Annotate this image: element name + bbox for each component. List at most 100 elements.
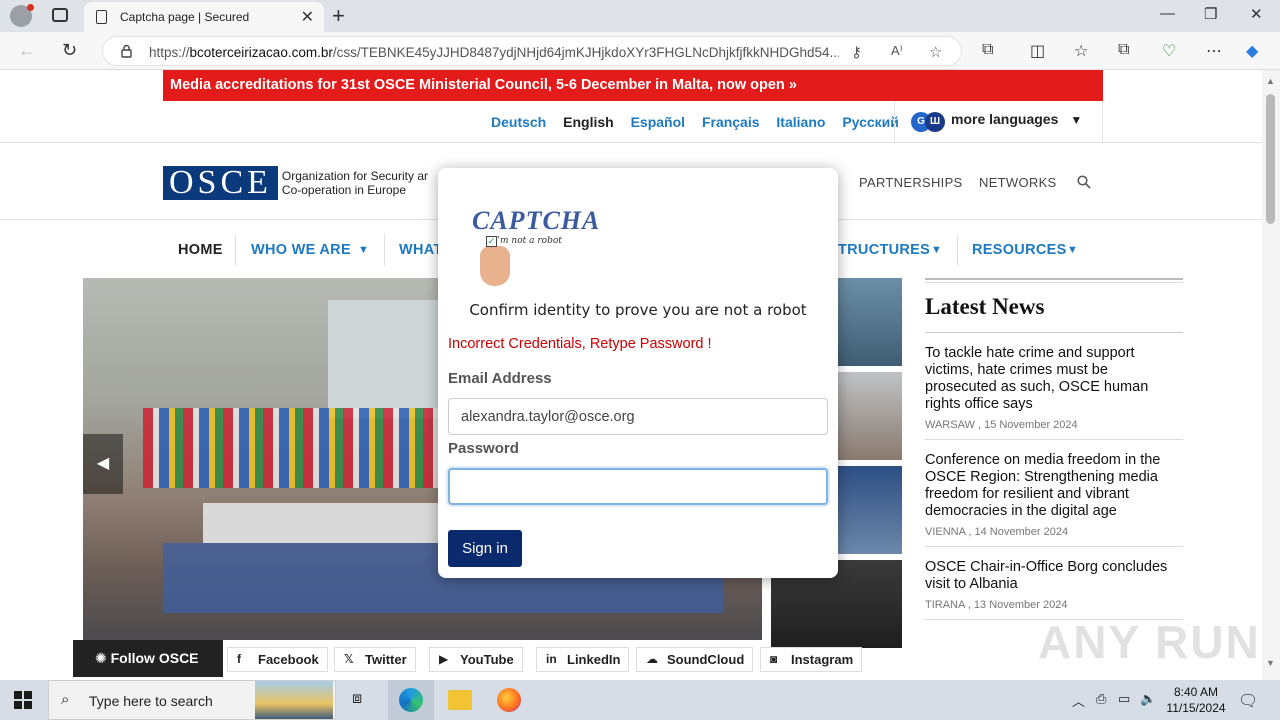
social-bar: ✺ Follow OSCE f Facebook 𝕏 Twitter ▶ YouTub… (73, 640, 1073, 678)
linkedin-icon: in (546, 652, 557, 666)
new-tab-icon[interactable]: + (332, 3, 345, 29)
favorites-icon[interactable]: ☆ (1074, 41, 1088, 61)
key-icon[interactable]: ⚷ (851, 43, 862, 61)
clock-date: 11/15/2024 (1166, 701, 1226, 715)
scrollbar-thumb[interactable] (1266, 94, 1275, 224)
split-screen-icon[interactable]: ◫ (1030, 41, 1045, 61)
extensions-icon[interactable]: ⧉ (982, 41, 993, 59)
page-icon (96, 10, 107, 24)
osce-logo[interactable]: OSCE Organization for Security ar Co-opera… (163, 166, 428, 200)
lock-icon[interactable] (121, 44, 132, 58)
divider (894, 101, 895, 143)
scroll-up-icon[interactable]: ▲ (1266, 76, 1275, 86)
reload-icon[interactable]: ↻ (62, 40, 77, 61)
chevron-down-icon[interactable]: ▼ (358, 244, 369, 256)
volume-icon[interactable]: 🔈 (1140, 691, 1156, 707)
nav-what-we-do[interactable]: WHAT (399, 242, 443, 258)
instagram-label: Instagram (791, 652, 854, 667)
lang-espanol[interactable]: Español (631, 114, 685, 130)
task-view-icon[interactable]: ⧈ (352, 690, 362, 708)
nav-resources[interactable]: RESOURCES (972, 242, 1067, 258)
browser-essentials-icon[interactable]: ♡ (1162, 41, 1176, 61)
news-headline[interactable]: OSCE Chair-in-Office Borg concludes visi… (925, 559, 1183, 593)
news-item[interactable]: OSCE Chair-in-Office Borg concludes visi… (925, 547, 1183, 620)
password-field[interactable] (448, 468, 828, 505)
news-meta: VIENNA , 14 November 2024 (925, 526, 1069, 538)
language-bar: Deutsch English Español Français Italian… (0, 101, 1262, 143)
nav-structures[interactable]: TRUCTURES (838, 242, 930, 258)
restore-icon[interactable]: ❐ (1204, 5, 1217, 23)
show-hidden-icons-chevron-up-icon[interactable]: ︿ (1072, 691, 1085, 710)
captcha-word: CAPTCHA (472, 206, 601, 235)
divider (235, 234, 236, 266)
lang-francais[interactable]: Français (702, 114, 760, 130)
captcha-login-modal: CAPTCHA I'm not a robot ✓ Confirm identi… (438, 168, 838, 578)
browser-tab-active[interactable]: Captcha page | Secured ✕ (84, 2, 324, 32)
news-headline[interactable]: To tackle hate crime and support victims… (925, 345, 1183, 413)
favorite-star-icon[interactable]: ☆ (929, 43, 942, 61)
read-aloud-icon[interactable]: A⁾ (891, 43, 903, 59)
youtube-button[interactable]: ▶ YouTube (429, 647, 523, 672)
news-headline[interactable]: Conference on media freedom in the OSCE … (925, 452, 1183, 520)
scroll-down-icon[interactable]: ▼ (1266, 658, 1275, 668)
nav-partnerships[interactable]: PARTNERSHIPS (859, 175, 963, 190)
news-item[interactable]: Conference on media freedom in the OSCE … (925, 440, 1183, 547)
instagram-button[interactable]: ◙ Instagram (760, 647, 863, 672)
lang-english[interactable]: English (563, 114, 614, 130)
collections-icon[interactable]: ⧉ (1118, 41, 1129, 59)
facebook-button[interactable]: f Facebook (227, 647, 328, 672)
nav-networks[interactable]: NETWORKS (979, 175, 1057, 190)
facebook-icon: f (237, 652, 241, 666)
file-explorer-icon[interactable] (448, 690, 472, 710)
soundcloud-button[interactable]: ☁ SoundCloud (636, 647, 754, 672)
tab-close-icon[interactable]: ✕ (301, 7, 314, 27)
accreditation-banner[interactable]: Media accreditations for 31st OSCE Minis… (163, 70, 1103, 101)
lang-deutsch[interactable]: Deutsch (491, 114, 546, 130)
modal-heading: Confirm identity to prove you are not a … (469, 301, 807, 319)
search-icon: ⌕ (61, 691, 70, 708)
device-icon[interactable]: ⎙ (1096, 691, 1106, 707)
windows-start-icon[interactable] (14, 691, 32, 709)
nav-who-we-are[interactable]: WHO WE ARE (251, 242, 351, 258)
taskbar-clock[interactable]: 8:40 AM 11/15/2024 (1164, 684, 1228, 716)
profile-avatar-icon[interactable] (10, 4, 34, 27)
slideshow-prev-icon[interactable]: ◀ (83, 434, 123, 494)
tab-actions-icon[interactable] (52, 8, 68, 22)
chevron-down-icon: ▼ (1070, 113, 1083, 127)
minimize-icon[interactable]: — (1160, 5, 1175, 22)
captcha-logo: CAPTCHA I'm not a robot ✓ (472, 206, 599, 290)
follow-label: Follow OSCE (110, 650, 199, 666)
news-meta: WARSAW , 15 November 2024 (925, 419, 1078, 431)
linkedin-label: LinkedIn (567, 652, 621, 667)
follow-osce-button[interactable]: ✺ Follow OSCE (73, 640, 223, 677)
lang-russian[interactable]: Русский (842, 114, 899, 130)
email-field[interactable] (448, 398, 828, 435)
firefox-icon[interactable] (497, 688, 521, 712)
search-icon[interactable] (1077, 175, 1091, 189)
more-languages-dropdown[interactable]: G Шmore languages ▼ (911, 111, 1082, 132)
news-item[interactable]: To tackle hate crime and support victims… (925, 333, 1183, 440)
chevron-down-icon[interactable]: ▼ (1067, 244, 1078, 256)
taskbar-search-box[interactable]: ⌕ Type here to search (48, 680, 336, 720)
chevron-down-icon[interactable]: ▼ (931, 244, 942, 256)
linkedin-button[interactable]: in LinkedIn (536, 647, 630, 672)
edge-browser-icon[interactable] (399, 688, 423, 712)
copilot-icon[interactable]: ◆ (1246, 41, 1258, 61)
email-label: Email Address (448, 370, 552, 387)
page-scrollbar[interactable]: ▲ ▼ (1262, 70, 1280, 680)
language-list: Deutsch English Español Français Italian… (491, 114, 912, 130)
more-menu-icon[interactable]: ⋯ (1206, 41, 1222, 61)
address-bar[interactable]: https://bcoterceirizacao.com.br/css/TEBN… (102, 36, 962, 66)
sign-in-button[interactable]: Sign in (448, 530, 522, 567)
lang-italiano[interactable]: Italiano (776, 114, 825, 130)
soundcloud-icon: ☁ (646, 652, 658, 666)
back-icon[interactable]: ← (18, 40, 36, 61)
instagram-icon: ◙ (770, 652, 778, 666)
nav-home[interactable]: HOME (178, 242, 223, 258)
window-close-icon[interactable]: ✕ (1250, 5, 1263, 23)
notifications-icon[interactable]: 🗨 (1238, 691, 1258, 711)
password-label: Password (448, 440, 519, 457)
network-icon[interactable]: ▭ (1118, 691, 1130, 707)
twitter-button[interactable]: 𝕏 Twitter (334, 647, 416, 672)
anyrun-watermark: ANY RUN (1038, 616, 1261, 668)
